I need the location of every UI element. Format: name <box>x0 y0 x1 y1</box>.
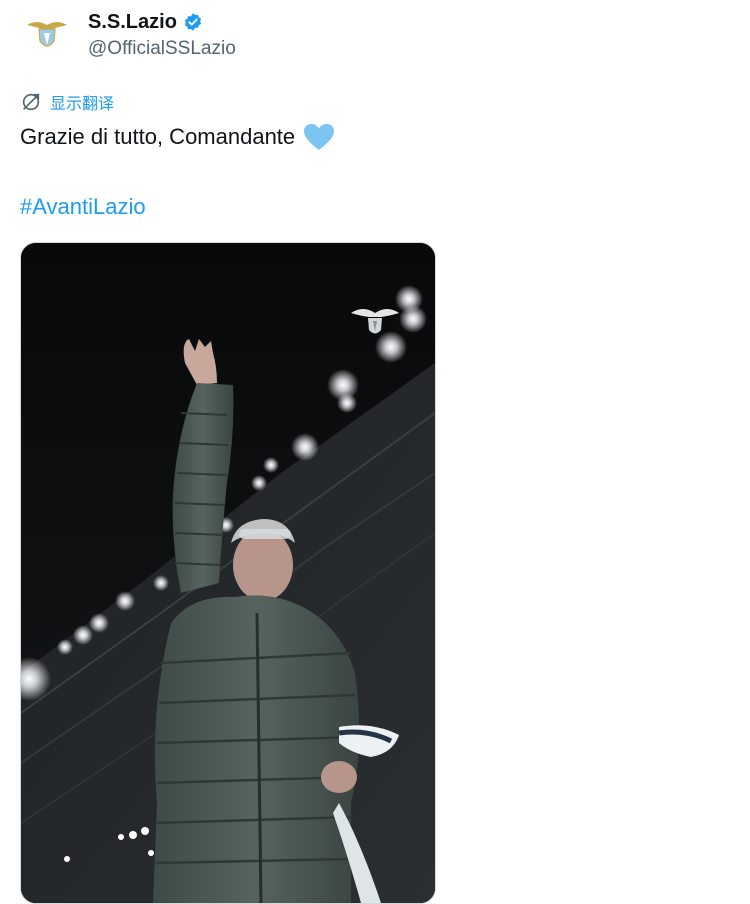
translate-icon <box>22 93 40 111</box>
tweet-text: Grazie di tutto, Comandante <box>20 122 335 152</box>
tweet-photo[interactable] <box>20 242 436 904</box>
verified-badge-icon <box>184 13 201 31</box>
lazio-eagle-logo-icon <box>27 22 67 47</box>
hashtag-link[interactable]: #AvantiLazio <box>20 192 146 222</box>
stadium-photo <box>21 243 435 903</box>
show-translation-label: 显示翻译 <box>50 96 115 113</box>
display-name[interactable]: S.S.Lazio <box>88 10 177 34</box>
light-blue-heart-icon <box>304 124 335 150</box>
tweet-body: Grazie di tutto, Comandante <box>20 124 296 149</box>
show-translation-button[interactable]: 显示翻译 <box>20 90 114 114</box>
tweet-header: S.S.Lazio @OfficialSSLazio <box>20 6 236 61</box>
user-handle[interactable]: @OfficialSSLazio <box>88 37 236 61</box>
avatar[interactable] <box>20 6 74 60</box>
